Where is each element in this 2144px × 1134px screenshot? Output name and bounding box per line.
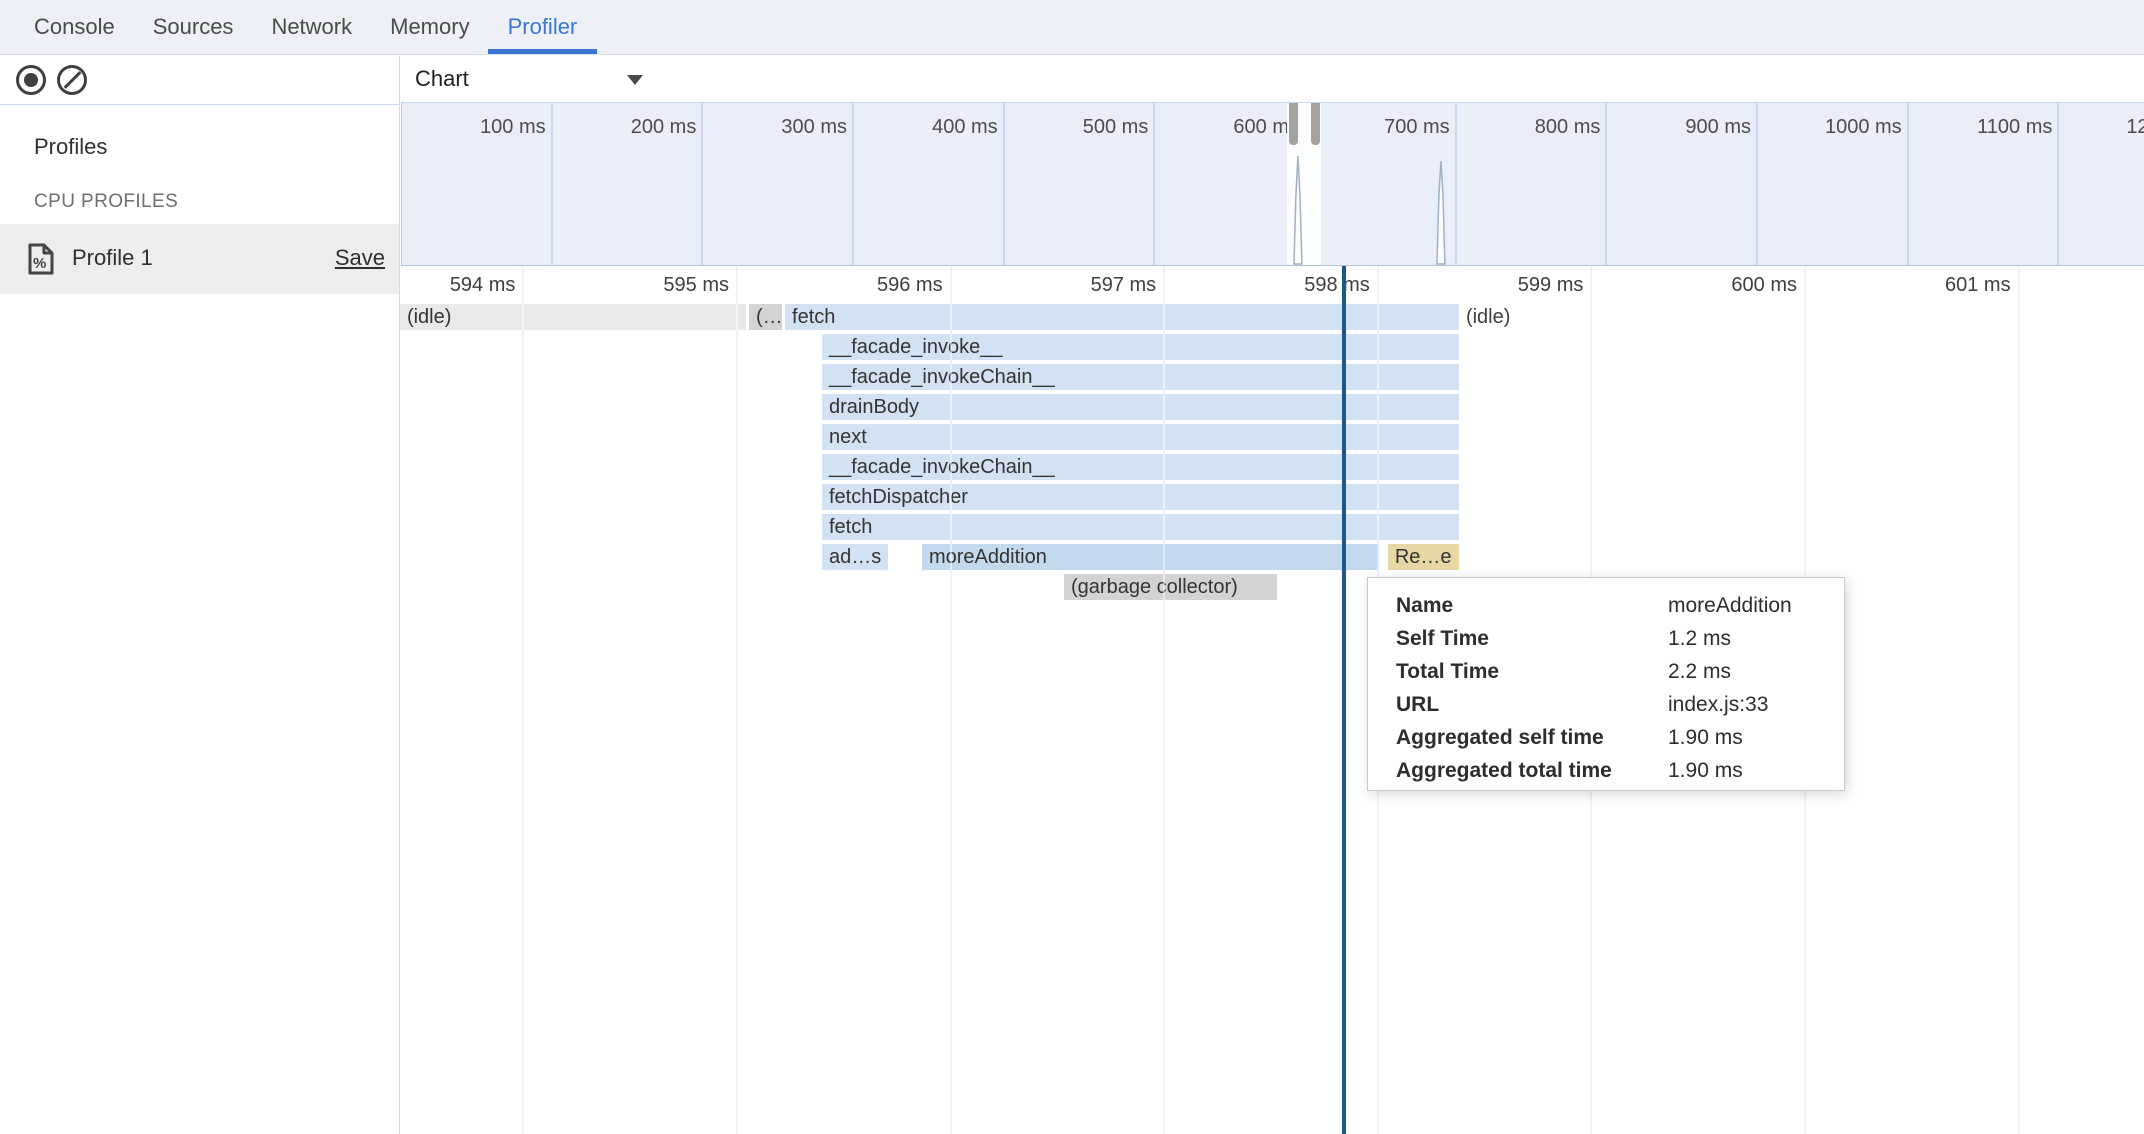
tab-memory[interactable]: Memory [390,0,469,54]
flame-bar-fetchdispatcher[interactable]: fetchDispatcher [822,484,1459,510]
tooltip-label: Self Time [1396,622,1668,655]
tab-profiler[interactable]: Profiler [508,0,578,54]
tab-console[interactable]: Console [34,0,115,54]
tooltip-value: 1.90 ms [1668,721,1743,754]
clear-icon[interactable] [57,65,87,95]
flame-ruler-label: 598 ms [1210,272,1370,298]
flame-ruler-label: 595 ms [569,272,729,298]
tooltip-value: moreAddition [1668,589,1792,622]
tooltip-row-self-time: Self Time1.2 ms [1396,622,1844,655]
tooltip-label: Aggregated self time [1396,721,1668,754]
view-mode-label: Chart [415,66,469,92]
flame-bar-idle: (idle) [1462,304,1549,330]
cpu-usage-spikes [402,103,2144,266]
tab-bar: Console Sources Network Memory Profiler [0,0,2144,55]
tooltip-value: 2.2 ms [1668,655,1731,688]
profile-document-icon: % [28,243,54,275]
flame-bar-re-e[interactable]: Re…e [1388,544,1459,570]
tooltip-row-url: URLindex.js:33 [1396,688,1844,721]
cpu-profiles-section-label: CPU PROFILES [34,191,178,213]
sidebar-toolbar [0,56,399,105]
flame-bar-facade-invoke[interactable]: __facade_invoke__ [822,334,1459,360]
record-dot [24,73,38,87]
tooltip-label: Name [1396,589,1668,622]
tooltip-row-total-time: Total Time2.2 ms [1396,655,1844,688]
tab-network[interactable]: Network [271,0,352,54]
playhead[interactable] [1342,266,1346,1134]
flame-grid-line-overlay [522,266,524,1134]
flame-bar-drainbody[interactable]: drainBody [822,394,1459,420]
flame-bar-next[interactable]: next [822,424,1459,450]
flame-grid-line-overlay [1163,266,1165,1134]
tooltip-value: index.js:33 [1668,688,1768,721]
flame-ruler-label: 597 ms [996,272,1156,298]
flame-bar-ad-s[interactable]: ad…s [822,544,888,570]
chevron-down-icon [627,75,643,85]
tooltip-value: 1.2 ms [1668,622,1731,655]
tooltip-row-aggregated-self-time: Aggregated self time1.90 ms [1396,721,1844,754]
view-mode-select[interactable]: Chart [415,62,655,96]
flame-ruler-label: 594 ms [400,272,515,298]
tooltip-label: Total Time [1396,655,1668,688]
profile-name: Profile 1 [72,245,153,271]
overview-selection-handle-1[interactable] [1289,103,1298,145]
flame-ruler-label: 601 ms [1851,272,2011,298]
flame-ruler-label: 599 ms [1423,272,1583,298]
flame-bar-fetch[interactable]: fetch [822,514,1459,540]
sidebar: Profiles CPU PROFILES % Profile 1 Save [0,56,400,1134]
frame-tooltip: NamemoreAdditionSelf Time1.2 msTotal Tim… [1367,577,1845,791]
flame-ruler-label: 596 ms [783,272,943,298]
flame-bar-facade-invokechain[interactable]: __facade_invokeChain__ [822,364,1459,390]
overview-selection-handle-2[interactable] [1311,103,1320,145]
flame-bar-facade-invokechain[interactable]: __facade_invokeChain__ [822,454,1459,480]
tooltip-label: URL [1396,688,1668,721]
record-icon[interactable] [16,65,46,95]
flame-ruler-label: 600 ms [1637,272,1797,298]
flame-grid-line-overlay [736,266,738,1134]
profile-row[interactable]: % Profile 1 Save [0,224,399,294]
tooltip-value: 1.90 ms [1668,754,1743,787]
flame-bar-item[interactable]: (… [749,304,782,330]
clear-slash [63,71,81,89]
flame-chart: 594 ms 595 ms 596 ms 597 ms 598 ms 599 ms 600 … [400,266,2144,1134]
save-link[interactable]: Save [335,245,385,271]
flame-bar-garbage-collector[interactable]: (garbage collector) [1064,574,1277,600]
flame-bar-fetch[interactable]: fetch [785,304,1459,330]
web-inspector-profiler: Console Sources Network Memory Profiler Prof… [0,0,2144,1134]
flame-grid-line-overlay [950,266,952,1134]
svg-text:%: % [33,255,46,272]
tooltip-row-aggregated-total-time: Aggregated total time1.90 ms [1396,754,1844,787]
flame-bar-moreaddition[interactable]: moreAddition [922,544,1379,570]
tab-sources[interactable]: Sources [153,0,234,54]
flame-bar-idle[interactable]: (idle) [400,304,746,330]
tooltip-label: Aggregated total time [1396,754,1668,787]
profiles-title: Profiles [34,134,107,160]
view-mode-toolbar: Chart [401,56,2144,103]
timeline-overview[interactable]: 100 ms200 ms300 ms400 ms500 ms600 ms700 … [401,103,2144,266]
tooltip-row-name: NamemoreAddition [1396,589,1844,622]
flame-grid-line-overlay [2018,266,2020,1134]
